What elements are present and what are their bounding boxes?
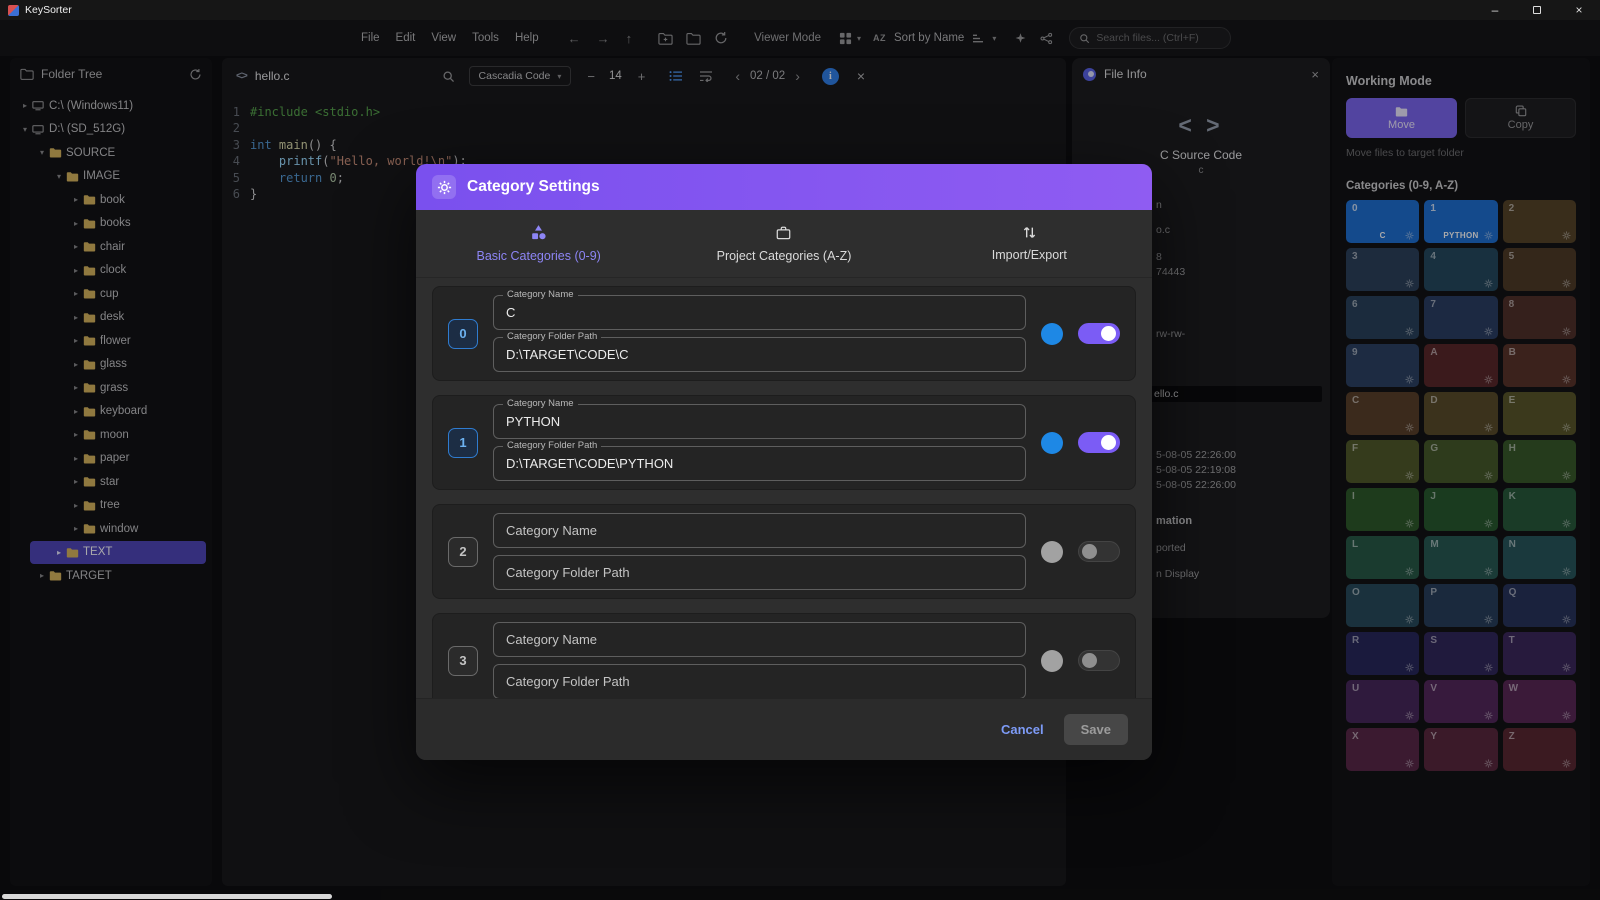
title-bar: KeySorter – ×	[0, 0, 1600, 20]
category-key-badge: 2	[448, 537, 478, 567]
window-controls: – ×	[1474, 0, 1600, 20]
app-window: KeySorter – × File Edit View Tools Help …	[0, 0, 1600, 900]
category-enabled-toggle[interactable]	[1078, 650, 1120, 671]
minimize-button[interactable]: –	[1474, 0, 1516, 20]
category-path-input[interactable]: Category Folder Path	[493, 555, 1026, 590]
restore-button[interactable]	[1516, 0, 1558, 20]
category-row-1: 1 Category NamePYTHON Category Folder Path…	[432, 395, 1136, 490]
category-name-input[interactable]: Category NamePYTHON	[493, 404, 1026, 439]
category-shapes-icon	[530, 224, 547, 241]
dialog-footer: Cancel Save	[416, 698, 1152, 760]
dialog-tabs: Basic Categories (0-9) Project Categorie…	[416, 210, 1152, 278]
close-window-button[interactable]: ×	[1558, 0, 1600, 20]
save-button[interactable]: Save	[1064, 714, 1128, 745]
category-name-input[interactable]: Category NameC	[493, 295, 1026, 330]
dialog-title: Category Settings	[467, 178, 600, 196]
category-settings-dialog: Category Settings Basic Categories (0-9)…	[416, 164, 1152, 760]
tab-project-categories[interactable]: Project Categories (A-Z)	[661, 210, 906, 277]
category-key-badge: 3	[448, 646, 478, 676]
category-key-badge: 1	[448, 428, 478, 458]
category-enabled-toggle[interactable]	[1078, 323, 1120, 344]
app-title: KeySorter	[25, 4, 72, 16]
category-color-picker[interactable]	[1041, 541, 1063, 563]
gear-icon	[432, 175, 456, 199]
app-logo-icon	[8, 5, 19, 16]
category-path-input[interactable]: Category Folder PathD:\TARGET\CODE\C	[493, 337, 1026, 372]
category-color-picker[interactable]	[1041, 323, 1063, 345]
category-path-input[interactable]: Category Folder PathD:\TARGET\CODE\PYTHO…	[493, 446, 1026, 481]
tab-basic-categories[interactable]: Basic Categories (0-9)	[416, 210, 661, 277]
tab-import-export[interactable]: Import/Export	[907, 210, 1152, 277]
category-row-2: 2 Category Name Category Folder Path	[432, 504, 1136, 599]
category-row-3: 3 Category Name Category Folder Path	[432, 613, 1136, 698]
category-enabled-toggle[interactable]	[1078, 432, 1120, 453]
horizontal-scrollbar[interactable]	[2, 894, 332, 899]
category-key-badge: 0	[448, 319, 478, 349]
category-color-picker[interactable]	[1041, 432, 1063, 454]
dialog-header: Category Settings	[416, 164, 1152, 210]
cancel-button[interactable]: Cancel	[1001, 722, 1044, 737]
category-rows: 0 Category NameC Category Folder PathD:\TA…	[416, 278, 1152, 698]
category-name-input[interactable]: Category Name	[493, 513, 1026, 548]
category-enabled-toggle[interactable]	[1078, 541, 1120, 562]
briefcase-icon	[775, 225, 792, 241]
category-name-input[interactable]: Category Name	[493, 622, 1026, 657]
category-color-picker[interactable]	[1041, 650, 1063, 672]
category-path-input[interactable]: Category Folder Path	[493, 664, 1026, 698]
import-export-icon	[1022, 225, 1037, 240]
category-row-0: 0 Category NameC Category Folder PathD:\TA…	[432, 286, 1136, 381]
